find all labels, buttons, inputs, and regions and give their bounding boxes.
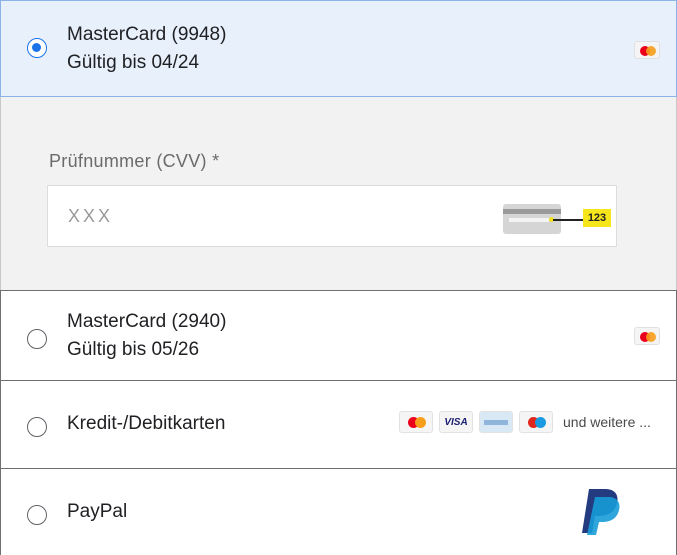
card-expiry: Gültig bis 05/26 [67, 339, 200, 360]
payment-option-text: MasterCard (9948) Gültig bis 04/24 [67, 21, 226, 77]
payment-option-mastercard-2940[interactable]: MasterCard (2940) Gültig bis 05/26 [0, 290, 677, 380]
payment-option-text: MasterCard (2940) Gültig bis 05/26 [67, 308, 226, 364]
radio-button[interactable] [27, 417, 47, 437]
option-title: Kredit-/Debitkarten [67, 413, 226, 434]
payment-option-credit-debit-cards[interactable]: Kredit-/Debitkarten VISA und weitere ... [0, 380, 677, 468]
card-title: MasterCard (2940) [67, 311, 227, 332]
radio-button[interactable] [27, 505, 47, 525]
visa-icon: VISA [439, 411, 473, 433]
mastercard-icon [634, 41, 660, 59]
more-cards-label: und weitere ... [563, 414, 651, 430]
maestro-icon [519, 411, 553, 433]
cvv-label: Prüfnummer (CVV) * [49, 151, 220, 171]
payment-method-panel: MasterCard (9948) Gültig bis 04/24 Prüfn… [0, 0, 677, 555]
mastercard-icon [634, 327, 660, 345]
cvv-hint-badge: 123 [583, 209, 611, 227]
payment-option-text: Kredit-/Debitkarten [67, 410, 225, 438]
card-title: MasterCard (9948) [67, 24, 227, 45]
payment-option-text: PayPal [67, 498, 127, 526]
cvv-hint-leader [553, 219, 583, 221]
card-expiry: Gültig bis 04/24 [67, 52, 200, 73]
amex-icon [479, 411, 513, 433]
payment-option-paypal[interactable]: PayPal [0, 468, 677, 555]
radio-button[interactable] [27, 329, 47, 349]
paypal-icon [582, 489, 620, 535]
card-logos: VISA und weitere ... [399, 411, 651, 433]
radio-button[interactable] [27, 38, 47, 58]
mastercard-icon [399, 411, 433, 433]
payment-option-mastercard-9948[interactable]: MasterCard (9948) Gültig bis 04/24 [0, 0, 677, 97]
option-title: PayPal [67, 501, 128, 522]
cvv-section: Prüfnummer (CVV) * 123 [0, 97, 677, 290]
